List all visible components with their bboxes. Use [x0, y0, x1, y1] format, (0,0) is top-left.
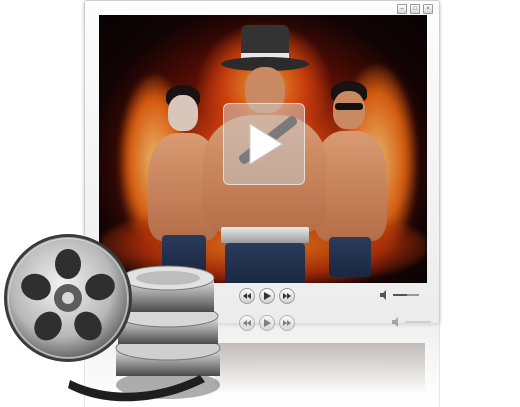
volume-control[interactable] [380, 290, 419, 300]
reflection-shade [215, 343, 425, 393]
rewind-icon [243, 320, 251, 326]
belt [221, 227, 309, 243]
play-icon [249, 123, 283, 165]
fast-forward-icon [283, 293, 291, 299]
rewind-icon [243, 293, 251, 299]
play-button-reflection [259, 315, 275, 331]
minimize-icon[interactable]: – [397, 4, 407, 14]
play-icon [264, 319, 271, 327]
title-bar: – □ × [85, 1, 439, 15]
reflection-controls [239, 315, 299, 331]
play-button[interactable] [259, 288, 275, 304]
maximize-icon[interactable]: □ [410, 4, 420, 14]
film-canister-stack [115, 265, 221, 399]
volume-slider-reflection [405, 321, 431, 323]
rewind-button-reflection [239, 315, 255, 331]
media-player-illustration: – □ × [0, 0, 520, 407]
window-controls: – □ × [397, 4, 433, 14]
jeans [225, 243, 305, 283]
volume-fill [393, 294, 408, 296]
play-icon [264, 292, 271, 300]
rewind-button[interactable] [239, 288, 255, 304]
reflection-volume [392, 317, 431, 327]
film-reel-icon [4, 234, 221, 402]
fast-forward-button-reflection [279, 315, 295, 331]
head [333, 91, 365, 129]
play-overlay-button[interactable] [223, 103, 305, 185]
speaker-icon [392, 317, 398, 327]
fast-forward-button[interactable] [279, 288, 295, 304]
speaker-icon [380, 290, 386, 300]
jeans [329, 237, 371, 277]
transport-buttons [239, 288, 299, 304]
volume-slider[interactable] [393, 294, 419, 296]
head [168, 95, 198, 131]
sunglasses [335, 103, 363, 110]
film-reel [4, 234, 132, 362]
fast-forward-icon [283, 320, 291, 326]
close-icon[interactable]: × [423, 4, 433, 14]
